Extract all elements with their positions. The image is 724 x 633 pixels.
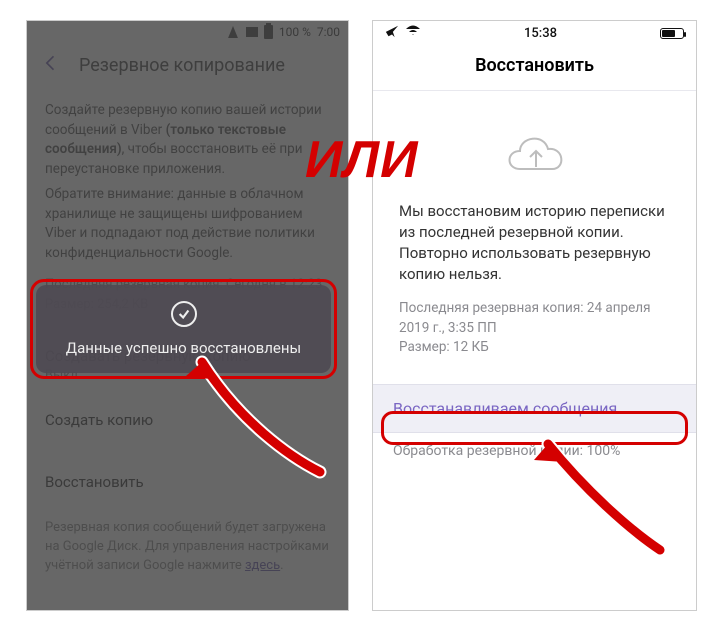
page-title: Резервное копирование xyxy=(79,55,285,76)
android-footer: Резервная копия сообщений будет загружен… xyxy=(27,505,348,590)
airplane-mode-icon xyxy=(385,24,399,42)
android-description: Создайте резервную копию вашей истории с… xyxy=(27,87,348,315)
battery-icon xyxy=(660,28,684,39)
wifi-icon xyxy=(405,25,421,41)
processing-status: Обработка резервной копии: 100% xyxy=(373,433,696,469)
backup-size-label: Размер: 12 КБ xyxy=(399,338,670,358)
toast-message: Данные успешно восстановлены xyxy=(66,339,301,357)
signal-icon xyxy=(246,27,258,37)
restoring-banner: Восстанавливаем сообщения… xyxy=(373,384,696,433)
android-header: Резервное копирование xyxy=(27,43,348,87)
ios-meta: Последняя резервная копия: 24 апреля 201… xyxy=(373,285,696,358)
ios-status-bar: 15:38 xyxy=(373,21,696,45)
success-toast: Данные успешно восстановлены xyxy=(36,285,331,373)
cloud-upload-icon xyxy=(500,127,570,177)
ios-description: Мы восстановим историю переписки из посл… xyxy=(373,201,696,285)
wifi-icon xyxy=(228,26,238,38)
here-link[interactable]: здесь xyxy=(245,558,280,573)
status-time: 15:38 xyxy=(524,26,557,41)
last-backup-label: Последняя резервная копия: 24 апреля 201… xyxy=(399,299,670,338)
back-arrow-icon[interactable] xyxy=(41,53,61,78)
battery-percent: 100 % xyxy=(279,25,311,39)
ios-screen: 15:38 Восстановить Мы восстановим истори… xyxy=(372,20,697,611)
status-time: 7:00 xyxy=(317,25,340,39)
page-title: Восстановить xyxy=(373,45,696,91)
checkmark-icon xyxy=(171,301,197,327)
restore-button[interactable]: Восстановить xyxy=(27,459,348,505)
battery-icon xyxy=(264,25,273,39)
create-backup-button[interactable]: Создать копию xyxy=(27,397,348,443)
divider-label: ИЛИ xyxy=(305,130,419,190)
android-status-bar: 100 % 7:00 xyxy=(27,21,348,43)
